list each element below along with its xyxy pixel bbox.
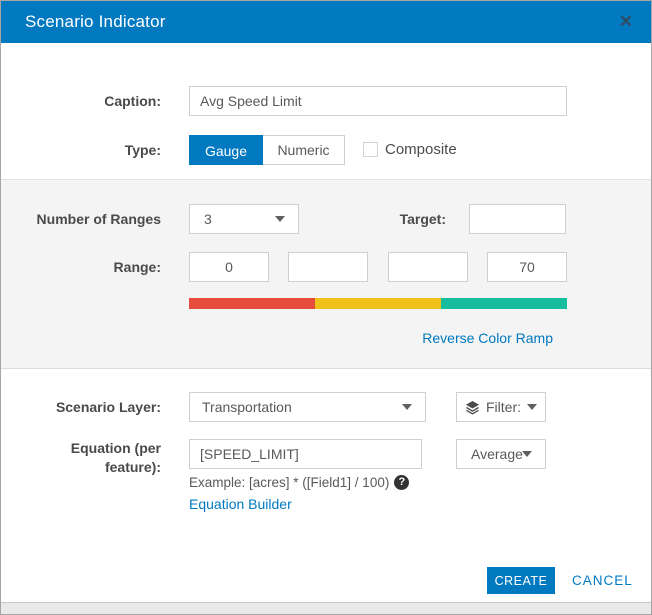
type-toggle: Gauge Numeric <box>189 135 345 165</box>
caption-label: Caption: <box>1 86 161 116</box>
chevron-down-icon <box>527 404 537 410</box>
range-input-1[interactable] <box>189 252 269 282</box>
equation-example-text: Example: [acres] * ([Field1] / 100) <box>189 475 389 490</box>
equation-label: Equation (per feature): <box>1 439 161 477</box>
target-input[interactable] <box>469 204 566 234</box>
composite-label: Composite <box>385 135 457 165</box>
type-option-numeric[interactable]: Numeric <box>263 135 345 165</box>
color-ramp-segment-green <box>441 298 567 309</box>
equation-example: Example: [acres] * ([Field1] / 100) ? <box>189 475 409 490</box>
scenario-layer-label: Scenario Layer: <box>1 392 161 422</box>
number-of-ranges-dropdown[interactable]: 3 <box>189 204 299 234</box>
operation-value: Average <box>471 446 523 462</box>
type-label: Type: <box>1 135 161 165</box>
close-icon[interactable]: ✕ <box>619 1 633 43</box>
equation-label-line1: Equation (per <box>1 439 161 458</box>
scenario-indicator-dialog: Scenario Indicator ✕ Caption: Type: Gaug… <box>1 1 651 603</box>
color-ramp-segment-yellow <box>315 298 441 309</box>
chevron-down-icon <box>402 404 412 410</box>
dialog-header: Scenario Indicator ✕ <box>1 1 651 43</box>
cancel-button[interactable]: CANCEL <box>572 567 633 594</box>
color-ramp-segment-red <box>189 298 315 309</box>
dialog-title: Scenario Indicator <box>25 1 166 43</box>
range-input-4[interactable] <box>487 252 567 282</box>
scenario-layer-value: Transportation <box>202 399 292 415</box>
scenario-layer-dropdown[interactable]: Transportation <box>189 392 426 422</box>
equation-input[interactable] <box>189 439 422 469</box>
range-label: Range: <box>1 252 161 282</box>
chevron-down-icon <box>275 216 285 222</box>
create-button[interactable]: CREATE <box>487 567 555 594</box>
color-ramp <box>189 298 567 309</box>
scenario-indicator-dialog-screen: Scenario Indicator ✕ Caption: Type: Gaug… <box>0 0 652 615</box>
equation-label-line2: feature): <box>1 458 161 477</box>
operation-dropdown[interactable]: Average <box>456 439 546 469</box>
number-of-ranges-value: 3 <box>204 211 212 227</box>
layers-icon <box>465 400 480 415</box>
target-label: Target: <box>346 204 446 234</box>
number-of-ranges-label: Number of Ranges <box>1 204 161 234</box>
range-input-3[interactable] <box>388 252 468 282</box>
help-icon[interactable]: ? <box>394 475 409 490</box>
filter-button[interactable]: Filter: <box>456 392 546 422</box>
composite-checkbox[interactable] <box>363 142 378 157</box>
reverse-color-ramp-link[interactable]: Reverse Color Ramp <box>422 330 553 346</box>
caption-input[interactable] <box>189 86 567 116</box>
range-input-2[interactable] <box>288 252 368 282</box>
chevron-down-icon <box>522 451 532 457</box>
type-option-gauge[interactable]: Gauge <box>189 135 263 165</box>
equation-builder-link[interactable]: Equation Builder <box>189 496 292 512</box>
filter-label: Filter: <box>486 399 521 415</box>
